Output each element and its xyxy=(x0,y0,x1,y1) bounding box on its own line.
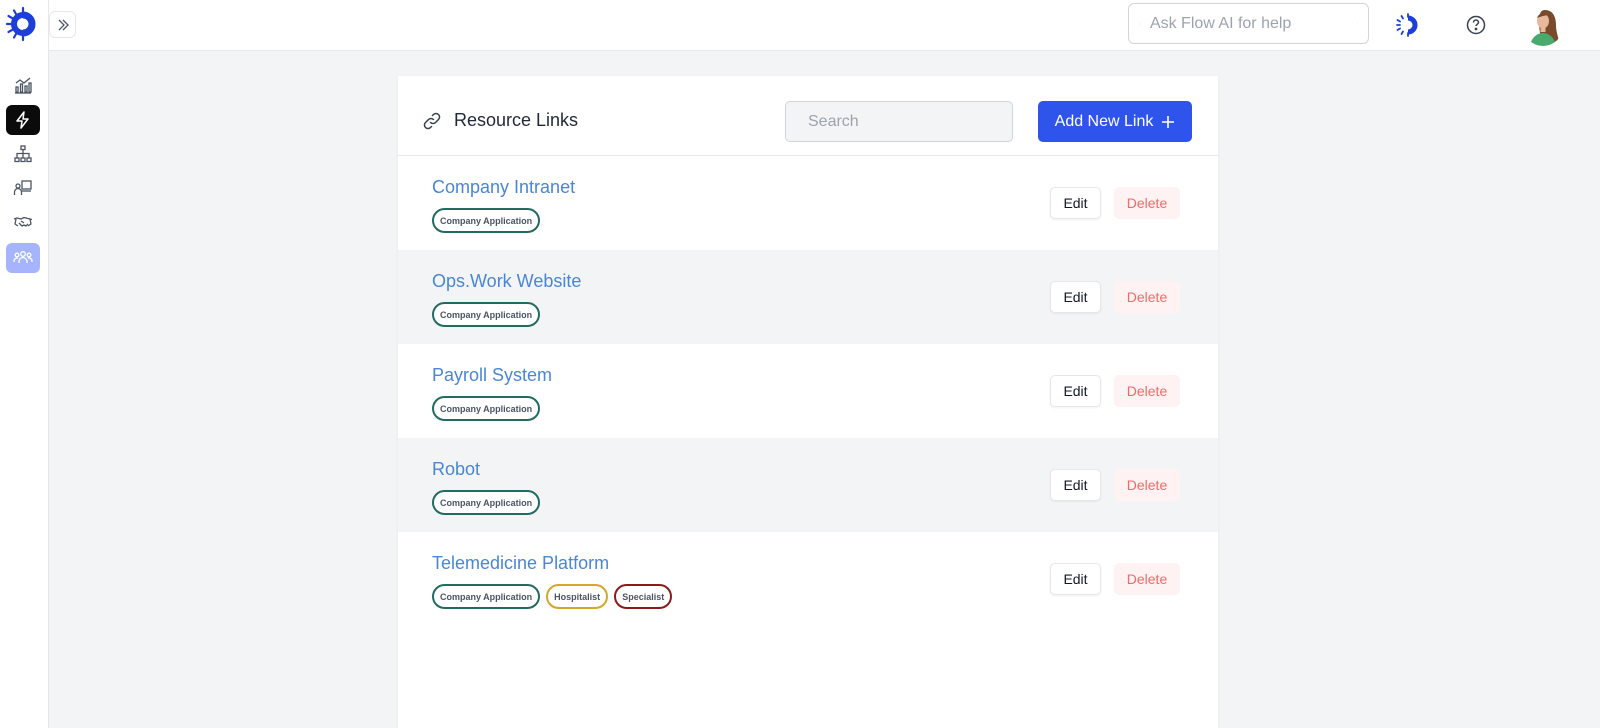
users-group-icon xyxy=(13,251,33,263)
tag-list: Company Application xyxy=(432,490,541,515)
microphone-icon[interactable] xyxy=(1139,15,1140,33)
link-row: Robot Company Application Edit Delete xyxy=(398,438,1218,532)
sidebar-item-partners[interactable] xyxy=(6,207,40,237)
lightning-icon xyxy=(16,111,29,129)
link-title[interactable]: Payroll System xyxy=(432,365,552,386)
link-row: Payroll System Company Application Edit … xyxy=(398,344,1218,438)
tag-badge: Company Application xyxy=(432,396,541,421)
delete-button[interactable]: Delete xyxy=(1114,281,1180,313)
sidebar-item-automation[interactable] xyxy=(6,105,40,135)
expand-sidebar-button[interactable] xyxy=(49,11,76,38)
edit-button[interactable]: Edit xyxy=(1050,469,1101,501)
sidebar-item-org-chart[interactable] xyxy=(6,139,40,169)
flow-ai-icon[interactable] xyxy=(1395,12,1421,38)
delete-button[interactable]: Delete xyxy=(1114,375,1180,407)
user-avatar[interactable] xyxy=(1523,6,1563,46)
tag-list: Company Application xyxy=(432,302,541,327)
org-chart-icon xyxy=(14,145,32,163)
tag-badge: Company Application xyxy=(432,302,541,327)
delete-button[interactable]: Delete xyxy=(1114,469,1180,501)
handshake-icon xyxy=(13,216,33,227)
delete-button[interactable]: Delete xyxy=(1114,563,1180,595)
edit-button[interactable]: Edit xyxy=(1050,375,1101,407)
link-title[interactable]: Company Intranet xyxy=(432,177,575,198)
card-header: Resource Links Add New Link xyxy=(398,76,1218,156)
search-box[interactable] xyxy=(785,101,1015,142)
flow-logo-icon[interactable] xyxy=(5,6,41,42)
delete-button[interactable]: Delete xyxy=(1114,187,1180,219)
double-chevron-right-icon xyxy=(58,19,69,30)
sidebar-item-team[interactable] xyxy=(6,243,40,273)
plus-icon xyxy=(1162,115,1175,128)
tag-badge: Hospitalist xyxy=(546,584,609,609)
sidebar-item-analytics[interactable] xyxy=(6,70,40,100)
search-input[interactable] xyxy=(808,112,1015,131)
presentation-icon xyxy=(13,180,32,195)
link-title[interactable]: Telemedicine Platform xyxy=(432,553,609,574)
add-new-link-label: Add New Link xyxy=(1054,112,1154,130)
ai-help-search[interactable] xyxy=(1128,3,1369,44)
tag-list: Company Application xyxy=(432,396,541,421)
link-row: Telemedicine Platform Company Applicatio… xyxy=(398,532,1218,626)
edit-button[interactable]: Edit xyxy=(1050,187,1101,219)
edit-button[interactable]: Edit xyxy=(1050,281,1101,313)
link-title[interactable]: Robot xyxy=(432,459,480,480)
sidebar-item-training[interactable] xyxy=(6,173,40,203)
link-title[interactable]: Ops.Work Website xyxy=(432,271,581,292)
tag-badge: Specialist xyxy=(614,584,673,609)
tag-badge: Company Application xyxy=(432,584,541,609)
edit-button[interactable]: Edit xyxy=(1050,563,1101,595)
sidebar xyxy=(0,0,49,728)
tag-badge: Company Application xyxy=(432,208,541,233)
tag-list: Company Application Hospitalist Speciali… xyxy=(432,584,673,609)
tag-list: Company Application xyxy=(432,208,541,233)
ai-help-input[interactable] xyxy=(1149,14,1357,33)
page-title: Resource Links xyxy=(454,110,579,130)
analytics-chart-icon xyxy=(15,77,32,94)
link-row: Ops.Work Website Company Application Edi… xyxy=(398,250,1218,344)
link-icon xyxy=(423,112,441,130)
resource-links-card: Resource Links Add New Link Company Intr… xyxy=(398,76,1218,728)
help-icon[interactable] xyxy=(1464,13,1488,37)
add-new-link-button[interactable]: Add New Link xyxy=(1038,101,1192,142)
search-icon[interactable] xyxy=(1357,15,1358,33)
tag-badge: Company Application xyxy=(432,490,541,515)
link-row: Company Intranet Company Application Edi… xyxy=(398,156,1218,250)
top-header xyxy=(49,0,1600,51)
